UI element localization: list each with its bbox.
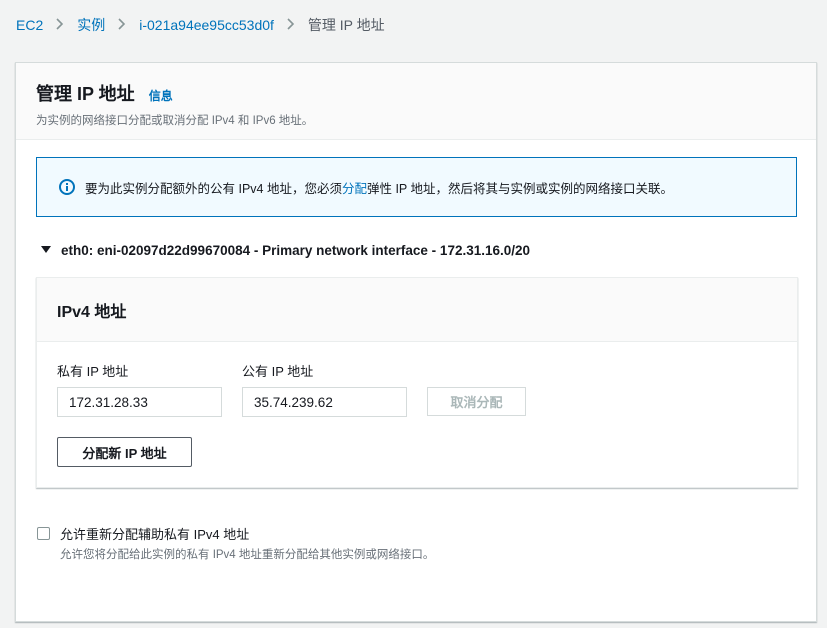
reassign-label: 允许重新分配辅助私有 IPv4 地址 <box>60 527 250 542</box>
unassign-button[interactable]: 取消分配 <box>427 387 526 416</box>
allocate-link[interactable]: 分配 <box>342 182 367 196</box>
ipv4-container: IPv4 地址 私有 IP 地址 公有 IP 地址 取消分配 分配新 IP 地址 <box>36 277 798 488</box>
private-ip-label: 私有 IP 地址 <box>57 364 129 379</box>
public-ip-input[interactable] <box>242 387 407 417</box>
alert-text-before: 要为此实例分配额外的公有 IPv4 地址，您必须 <box>85 181 342 196</box>
page-title: 管理 IP 地址 <box>36 84 135 104</box>
breadcrumb-ec2-link[interactable]: EC2 <box>16 17 43 33</box>
manage-ip-panel: 管理 IP 地址 信息 为实例的网络接口分配或取消分配 IPv4 和 IPv6 … <box>15 62 817 622</box>
alert-text-after: 弹性 IP 地址，然后将其与实例或实例的网络接口关联。 <box>366 181 674 196</box>
panel-header: 管理 IP 地址 信息 为实例的网络接口分配或取消分配 IPv4 和 IPv6 … <box>16 63 816 140</box>
chevron-right-icon <box>56 17 64 33</box>
breadcrumb-instance-id-link[interactable]: i-021a94ee95cc53d0f <box>139 17 274 33</box>
breadcrumb-instances-link[interactable]: 实例 <box>77 15 105 35</box>
interface-label: eth0: eni-02097d22d99670084 - Primary ne… <box>61 243 531 258</box>
assign-new-ip-button[interactable]: 分配新 IP 地址 <box>57 437 192 467</box>
reassign-option: 允许重新分配辅助私有 IPv4 地址 允许您将分配给此实例的私有 IPv4 地址… <box>37 524 434 562</box>
private-ip-input[interactable] <box>57 387 222 417</box>
reassign-checkbox[interactable] <box>37 527 50 540</box>
breadcrumb-current: 管理 IP 地址 <box>307 17 385 33</box>
info-circle-icon <box>59 179 75 195</box>
chevron-right-icon <box>118 17 126 33</box>
interface-toggle[interactable]: eth0: eni-02097d22d99670084 - Primary ne… <box>41 243 530 258</box>
info-link[interactable]: 信息 <box>149 87 173 104</box>
info-alert: 要为此实例分配额外的公有 IPv4 地址，您必须分配弹性 IP 地址，然后将其与… <box>36 157 797 217</box>
alert-text: 要为此实例分配额外的公有 IPv4 地址，您必须分配弹性 IP 地址，然后将其与… <box>85 178 673 197</box>
breadcrumb: EC2 实例 i-021a94ee95cc53d0f 管理 IP 地址 <box>16 14 385 36</box>
reassign-description: 允许您将分配给此实例的私有 IPv4 地址重新分配给其他实例或网络接口。 <box>60 549 435 561</box>
public-ip-label: 公有 IP 地址 <box>242 364 314 379</box>
caret-down-icon <box>41 245 51 257</box>
ipv4-heading: IPv4 地址 <box>37 278 797 342</box>
chevron-right-icon <box>287 17 295 33</box>
panel-description: 为实例的网络接口分配或取消分配 IPv4 和 IPv6 地址。 <box>36 115 314 127</box>
